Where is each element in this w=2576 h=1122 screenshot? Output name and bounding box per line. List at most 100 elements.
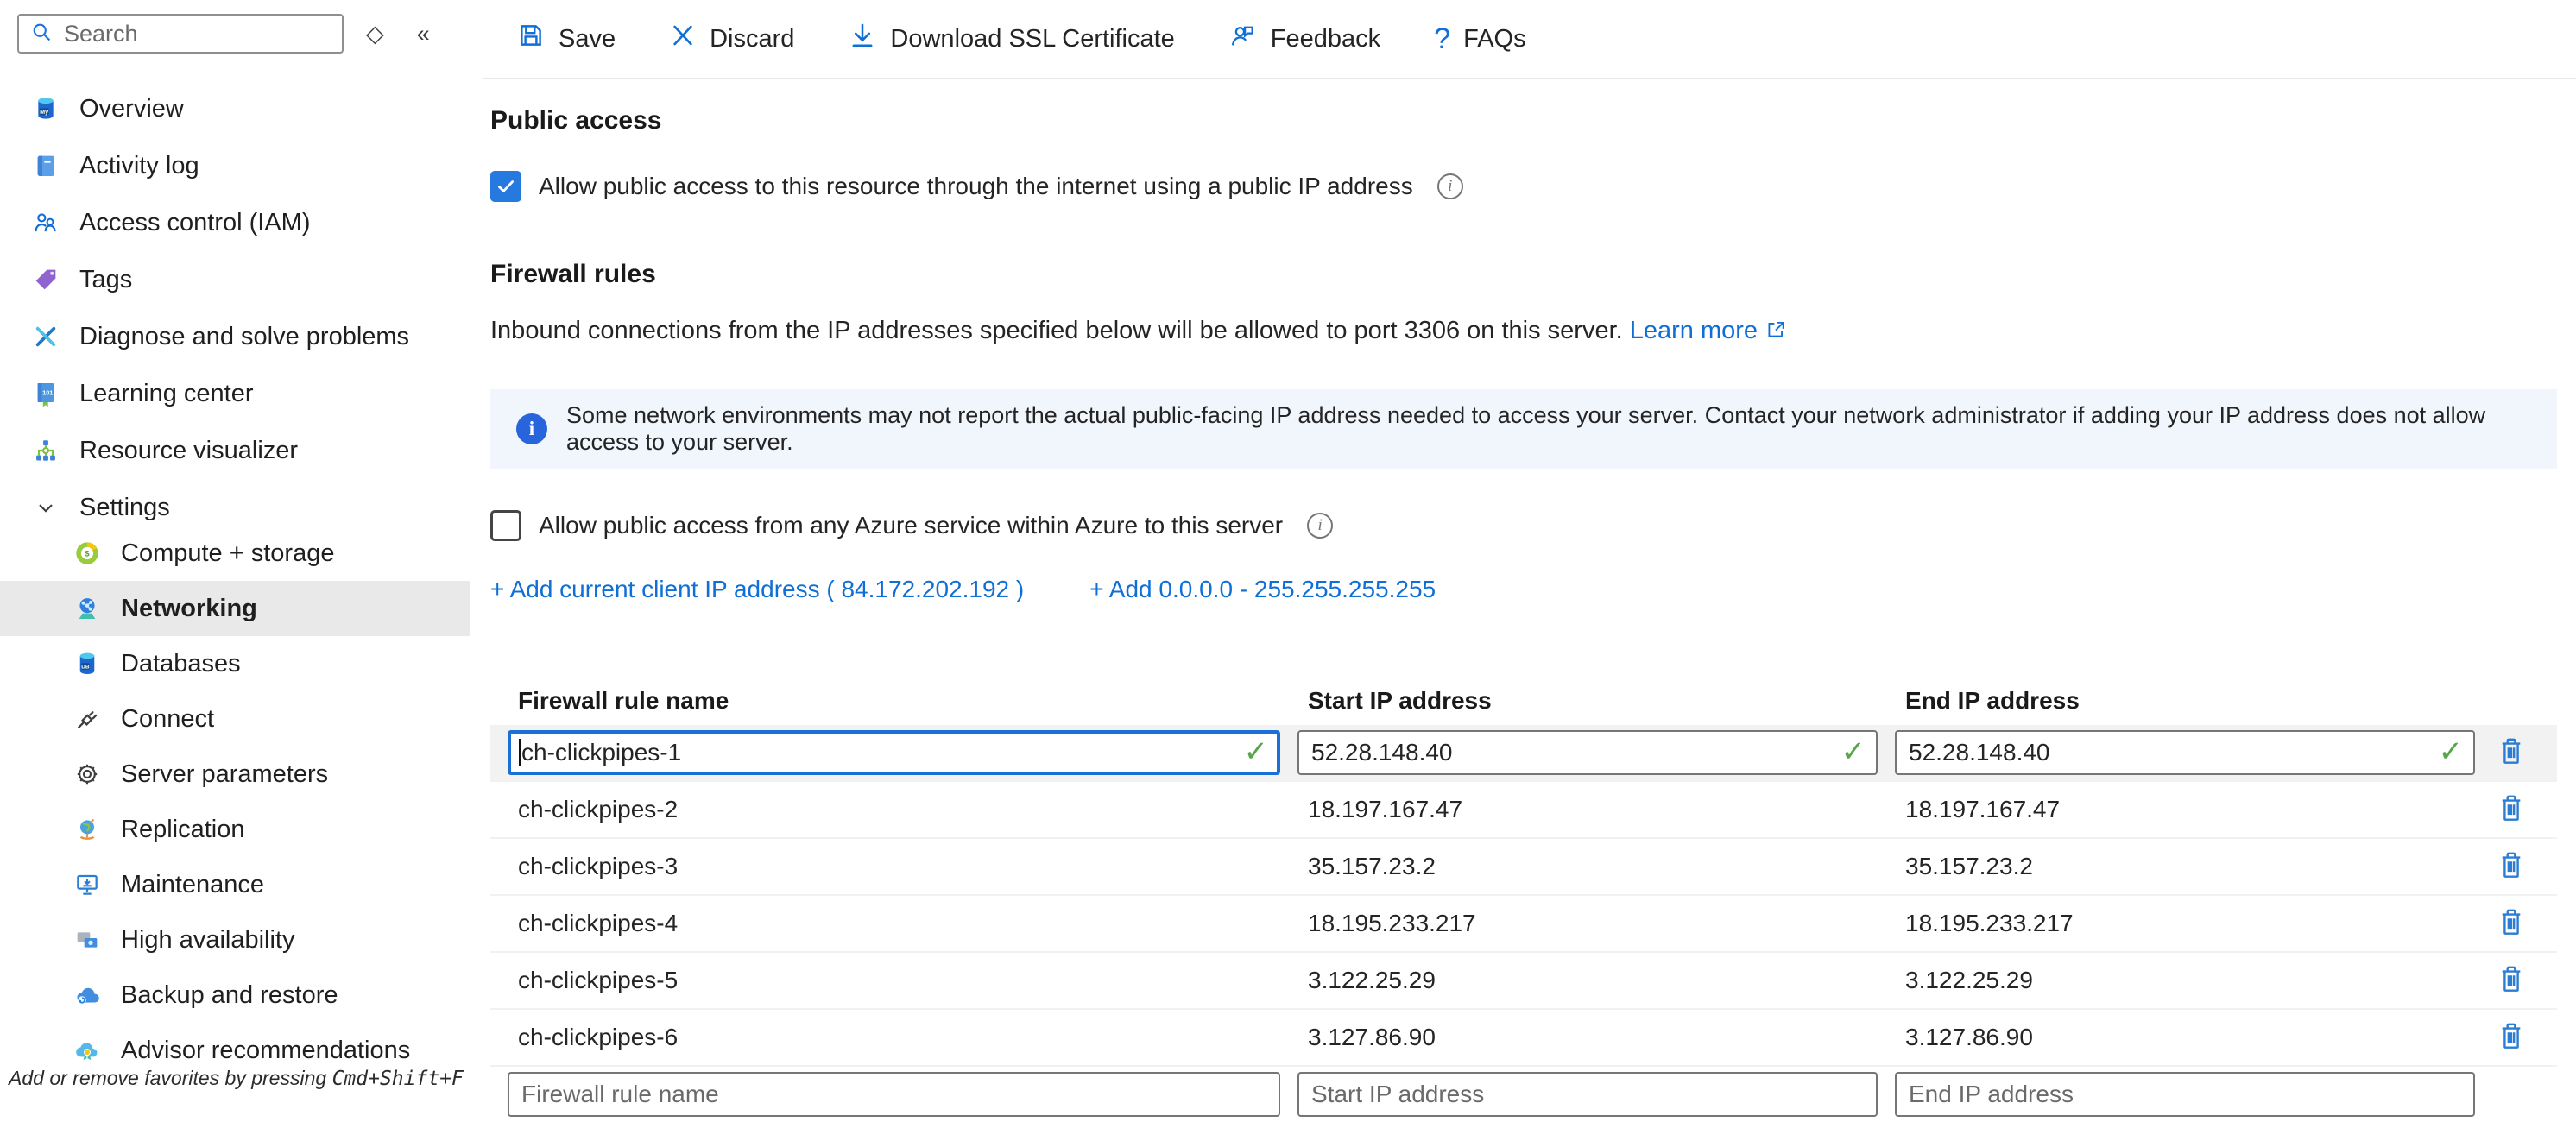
settings-group-items: $ Compute + storage Networking DB Databa… <box>0 526 470 1078</box>
resource-menu-sidebar: ◇ « My Overview Activity log Access cont… <box>0 0 470 1094</box>
sidebar-item-label: Databases <box>121 650 241 678</box>
tools-icon <box>31 322 60 351</box>
firewall-rules-heading: Firewall rules <box>490 259 2557 290</box>
delete-rule-button[interactable] <box>2494 905 2529 942</box>
sidebar-item-connect[interactable]: Connect <box>0 691 470 747</box>
rule-end-ip: 3.122.25.29 <box>1878 967 2475 994</box>
allow-azure-services-checkbox[interactable] <box>490 510 521 541</box>
sidebar-item-label: Learning center <box>79 380 254 408</box>
sidebar-item-label: Server parameters <box>121 760 328 789</box>
table-header-row: Firewall rule name Start IP address End … <box>490 677 2557 725</box>
networking-content: Public access Allow public access to thi… <box>483 105 2576 1122</box>
new-rule-name-input[interactable] <box>508 1072 1280 1117</box>
allow-public-access-row: Allow public access to this resource thr… <box>490 171 2557 202</box>
external-link-icon <box>1765 318 1787 348</box>
rule-name: ch-clickpipes-2 <box>490 796 1280 823</box>
sidebar-item-backup-restore[interactable]: Backup and restore <box>0 968 470 1023</box>
sidebar-item-diagnose[interactable]: Diagnose and solve problems <box>0 308 470 365</box>
sidebar-item-tags[interactable]: Tags <box>0 251 470 308</box>
sidebar-item-databases[interactable]: DB Databases <box>0 636 470 691</box>
question-mark-icon: ? <box>1434 22 1450 56</box>
collapse-sidebar-icon[interactable]: « <box>417 21 430 47</box>
delete-rule-button[interactable] <box>2494 848 2529 886</box>
rule-name: ch-clickpipes-4 <box>490 910 1280 937</box>
sidebar-item-activity-log[interactable]: Activity log <box>0 137 470 194</box>
delete-rule-button[interactable] <box>2494 961 2529 999</box>
new-end-ip-input[interactable] <box>1895 1072 2475 1117</box>
faqs-button[interactable]: ? FAQs <box>1434 22 1525 56</box>
new-rule-name-field <box>508 1072 1280 1117</box>
gear-icon <box>73 760 102 789</box>
new-start-ip-input[interactable] <box>1297 1072 1878 1117</box>
sidebar-item-learning-center[interactable]: 101 Learning center <box>0 365 470 422</box>
sidebar-group-label: Settings <box>79 494 170 522</box>
header-end-ip: End IP address <box>1878 687 2475 715</box>
activity-log-icon <box>31 151 60 180</box>
table-row: ch-clickpipes-3 35.157.23.2 35.157.23.2 <box>490 837 2557 894</box>
sidebar-item-label: Tags <box>79 266 132 294</box>
svg-text:DB: DB <box>81 664 90 670</box>
sidebar-item-label: Compute + storage <box>121 539 334 568</box>
sidebar-item-server-parameters[interactable]: Server parameters <box>0 747 470 802</box>
add-current-client-ip-link[interactable]: + Add current client IP address ( 84.172… <box>490 576 1024 603</box>
discard-button[interactable]: Discard <box>669 22 794 56</box>
sidebar-item-access-control[interactable]: Access control (IAM) <box>0 194 470 251</box>
feedback-button[interactable]: Feedback <box>1228 21 1380 57</box>
sidebar-item-high-availability[interactable]: High availability <box>0 912 470 968</box>
networking-globe-icon <box>73 594 102 623</box>
search-input[interactable] <box>62 20 331 48</box>
svg-text:101: 101 <box>42 388 53 396</box>
favorites-hint: Add or remove favorites by pressing Cmd+… <box>9 1067 464 1090</box>
end-ip-input[interactable] <box>1895 730 2475 775</box>
info-icon[interactable]: i <box>1307 513 1333 539</box>
sidebar-item-replication[interactable]: Replication <box>0 802 470 857</box>
svg-text:$: $ <box>85 549 90 558</box>
sidebar-item-label: Networking <box>121 595 257 623</box>
info-icon[interactable]: i <box>1437 173 1463 199</box>
chevron-down-icon <box>31 493 60 522</box>
sidebar-item-label: Activity log <box>79 152 199 180</box>
favorites-shortcut: Cmd+Shift+F <box>332 1068 464 1090</box>
learn-more-link[interactable]: Learn more <box>1630 317 1758 344</box>
sidebar-item-compute-storage[interactable]: $ Compute + storage <box>0 526 470 581</box>
allow-azure-services-row: Allow public access from any Azure servi… <box>490 510 2557 541</box>
svg-text:My: My <box>40 108 48 116</box>
sidebar-item-label: Connect <box>121 705 214 734</box>
sidebar-item-label: Advisor recommendations <box>121 1037 410 1065</box>
sidebar-item-overview[interactable]: My Overview <box>0 80 470 137</box>
table-row: ch-clickpipes-4 18.195.233.217 18.195.23… <box>490 894 2557 951</box>
table-row-new <box>490 1065 2557 1122</box>
networking-pane: Save Discard Download SSL Certificate Fe… <box>483 0 2576 1094</box>
sidebar-item-label: Diagnose and solve problems <box>79 323 409 351</box>
search-icon <box>29 20 54 48</box>
sidebar-item-maintenance[interactable]: Maintenance <box>0 857 470 912</box>
sidebar-search-box[interactable] <box>17 14 344 54</box>
menu-resize-icon[interactable]: ◇ <box>366 21 384 47</box>
start-ip-input[interactable] <box>1297 730 1878 775</box>
rule-name-field: ✓ <box>508 730 1280 775</box>
delete-rule-button[interactable] <box>2494 1018 2529 1056</box>
sidebar-item-label: Access control (IAM) <box>79 209 311 237</box>
public-access-heading: Public access <box>490 105 2557 136</box>
delete-rule-button[interactable] <box>2494 734 2529 772</box>
sidebar-item-networking[interactable]: Networking <box>0 581 470 636</box>
table-row: ch-clickpipes-2 18.197.167.47 18.197.167… <box>490 780 2557 837</box>
table-row: ch-clickpipes-6 3.127.86.90 3.127.86.90 <box>490 1008 2557 1065</box>
end-ip-field: ✓ <box>1895 730 2475 775</box>
download-ssl-certificate-button[interactable]: Download SSL Certificate <box>848 21 1174 57</box>
rule-end-ip: 3.127.86.90 <box>1878 1024 2475 1051</box>
delete-rule-button[interactable] <box>2494 791 2529 829</box>
database-icon: DB <box>73 649 102 678</box>
sidebar-item-label: Maintenance <box>121 871 264 899</box>
rule-name-input[interactable] <box>508 730 1280 775</box>
allow-public-access-checkbox[interactable] <box>490 171 521 202</box>
sidebar-item-resource-visualizer[interactable]: Resource visualizer <box>0 422 470 479</box>
firewall-rules-table: Firewall rule name Start IP address End … <box>490 677 2557 1122</box>
command-bar: Save Discard Download SSL Certificate Fe… <box>483 0 2576 79</box>
plug-icon <box>73 704 102 734</box>
rule-start-ip: 3.122.25.29 <box>1280 967 1878 994</box>
add-all-ips-link[interactable]: + Add 0.0.0.0 - 255.255.255.255 <box>1089 576 1436 603</box>
resource-tree-icon <box>31 436 60 465</box>
rule-start-ip: 18.195.233.217 <box>1280 910 1878 937</box>
save-button[interactable]: Save <box>516 21 616 57</box>
